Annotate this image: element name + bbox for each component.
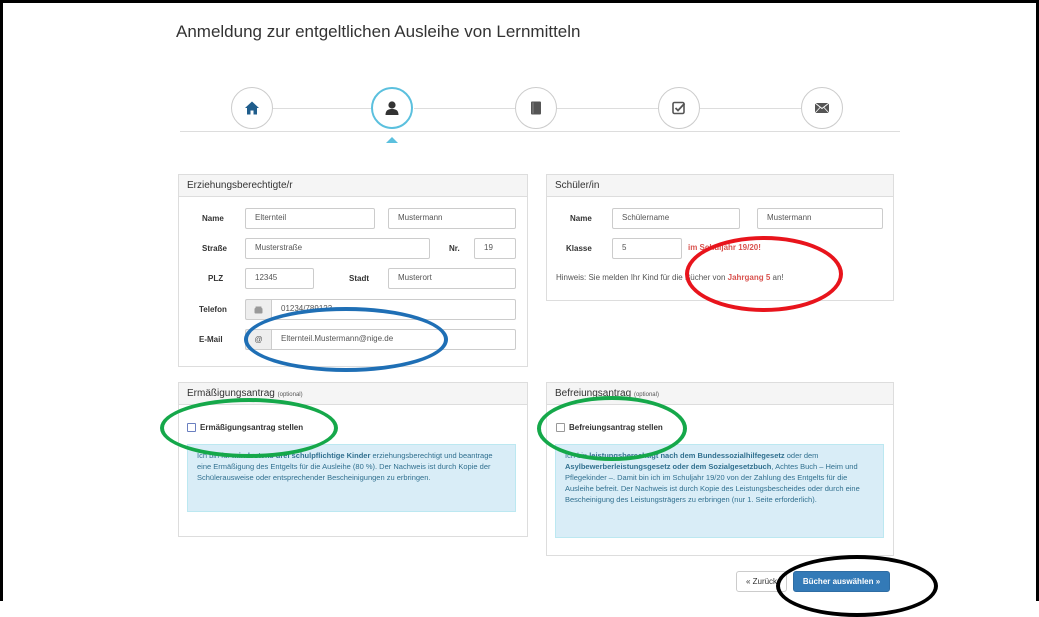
exemption-heading-text: Befreiungsantrag <box>555 388 632 399</box>
back-button[interactable]: « Zurück <box>736 571 787 592</box>
email-addon: @ <box>245 329 271 350</box>
step-connector <box>700 108 801 109</box>
frame-left-border <box>0 0 3 601</box>
phone-input[interactable]: 01234/789123 <box>271 299 516 320</box>
guardian-first-name-input[interactable]: Elternteil <box>245 208 375 229</box>
class-hint-text: Hinweis: Sie melden Ihr Kind für die Büc… <box>556 273 728 282</box>
school-year-note: im Schuljahr 19/20! <box>688 243 761 252</box>
street-input[interactable]: Musterstraße <box>245 238 430 259</box>
reduction-optional-tag: (optional) <box>277 392 303 398</box>
class-input[interactable]: 5 <box>612 238 682 259</box>
exemption-checkbox[interactable] <box>556 423 565 432</box>
reduction-checkbox[interactable] <box>187 423 196 432</box>
step-connector <box>414 108 515 109</box>
book-icon <box>531 101 541 115</box>
student-name-label: Name <box>570 214 592 223</box>
exemption-info-text: Ich bin <box>565 451 590 460</box>
phone-addon <box>245 299 271 320</box>
city-input[interactable]: Musterort <box>388 268 516 289</box>
phone-icon <box>254 306 263 314</box>
email-input[interactable]: Elternteil.Mustermann@nige.de <box>271 329 516 350</box>
exemption-optional-tag: (optional) <box>633 392 659 398</box>
exemption-info-bold-2: Asylbewerberleistungsgesetz oder dem Soz… <box>565 462 772 471</box>
house-number-label: Nr. <box>449 244 460 253</box>
guardian-last-name-input[interactable]: Mustermann <box>388 208 516 229</box>
exemption-heading: Befreiungsantrag (optional) <box>547 383 893 405</box>
home-icon <box>245 101 259 115</box>
student-heading: Schüler/in <box>547 175 893 197</box>
step-student[interactable] <box>371 87 413 129</box>
envelope-icon <box>814 102 830 114</box>
exemption-info-bold-1: leistungsberechtigt nach dem Bundessozia… <box>589 451 785 460</box>
student-last-name-input[interactable]: Mustermann <box>757 208 883 229</box>
email-label: E-Mail <box>199 335 223 344</box>
exemption-info-text-2: oder dem <box>784 451 819 460</box>
class-label: Klasse <box>566 244 592 253</box>
step-connector <box>557 108 658 109</box>
house-number-input[interactable]: 19 <box>474 238 516 259</box>
phone-label: Telefon <box>199 305 227 314</box>
reduction-heading: Ermäßigungsantrag (optional) <box>179 383 527 405</box>
step-send[interactable] <box>801 87 843 129</box>
step-confirm[interactable] <box>658 87 700 129</box>
student-first-name-input[interactable]: Schülername <box>612 208 740 229</box>
steps-divider <box>180 131 900 132</box>
select-books-button[interactable]: Bücher auswählen » <box>793 571 890 592</box>
guardian-heading: Erziehungsberechtigte/r <box>179 175 527 197</box>
user-icon <box>385 101 399 115</box>
city-label: Stadt <box>349 274 369 283</box>
class-hint: Hinweis: Sie melden Ihr Kind für die Büc… <box>556 273 784 282</box>
class-hint-suffix: an! <box>770 273 784 282</box>
step-books[interactable] <box>515 87 557 129</box>
step-home[interactable] <box>231 87 273 129</box>
active-step-caret <box>386 137 398 143</box>
street-label: Straße <box>202 244 227 253</box>
reduction-info-box: Ich bin für mindestens drei schulpflicht… <box>187 444 516 512</box>
step-connector <box>273 108 371 109</box>
reduction-checkbox-label[interactable]: Ermäßigungsantrag stellen <box>200 423 303 432</box>
frame-top-border <box>0 0 1039 3</box>
exemption-info-box: Ich bin leistungsberechtigt nach dem Bun… <box>555 444 884 538</box>
zip-label: PLZ <box>208 274 224 283</box>
zip-input[interactable]: 12345 <box>245 268 314 289</box>
reduction-info-bold: mindestens drei schulpflichtige Kinder <box>232 451 371 460</box>
check-square-icon <box>672 101 686 115</box>
guardian-name-label: Name <box>202 214 224 223</box>
reduction-info-text: Ich bin für <box>197 451 233 460</box>
class-hint-year: Jahrgang 5 <box>727 273 771 282</box>
page-title: Anmeldung zur entgeltlichen Ausleihe von… <box>176 22 581 41</box>
reduction-heading-text: Ermäßigungsantrag <box>187 388 275 399</box>
exemption-checkbox-label[interactable]: Befreiungsantrag stellen <box>569 423 663 432</box>
